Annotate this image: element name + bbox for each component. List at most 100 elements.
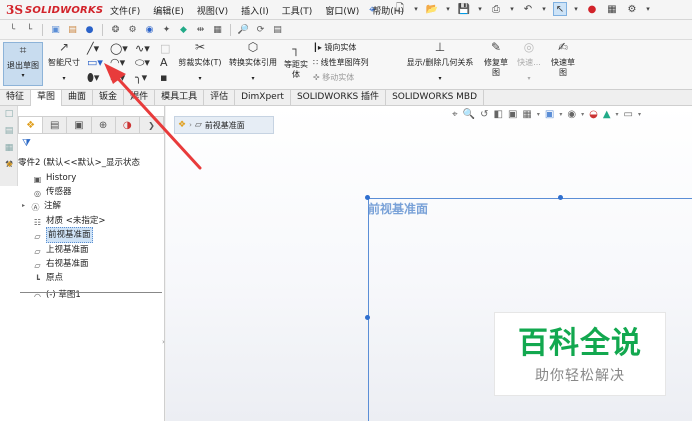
menu-insert[interactable]: 插入(I) bbox=[241, 4, 269, 17]
plane-edge-handle[interactable] bbox=[365, 315, 370, 320]
section-view-icon[interactable]: ◧ bbox=[493, 109, 502, 120]
tab-sheet-metal[interactable]: 钣金 bbox=[93, 90, 125, 106]
point-icon[interactable]: ▪ bbox=[160, 71, 167, 84]
text-tool-icon[interactable]: A bbox=[160, 56, 168, 69]
tab-features[interactable]: 特征 bbox=[0, 90, 32, 106]
tab-surfaces[interactable]: 曲面 bbox=[62, 90, 94, 106]
sphere-icon[interactable]: ● bbox=[83, 23, 96, 36]
zoom-area-icon[interactable]: 🔍 bbox=[463, 109, 475, 120]
configuration-manager-tab-icon[interactable]: ▣ bbox=[67, 117, 92, 133]
breadcrumb[interactable]: ❖ › ▱ 前视基准面 bbox=[174, 116, 274, 134]
rapid-sketch-button[interactable]: ✍ 快速草图 bbox=[548, 41, 578, 78]
feature-tree-tab-icon[interactable]: ❖ bbox=[19, 117, 44, 133]
chevron-down-icon[interactable]: ▾ bbox=[537, 111, 540, 118]
tab-mold-tools[interactable]: 模具工具 bbox=[155, 90, 205, 106]
exit-sketch-button[interactable]: ⌗ 退出草图 ▾ bbox=[3, 42, 43, 86]
ellipse-icon[interactable]: ⬭▾ bbox=[135, 56, 150, 70]
circle-icon[interactable]: ◯▾ bbox=[110, 42, 128, 55]
tab-solidworks-mbd[interactable]: SOLIDWORKS MBD bbox=[386, 90, 485, 106]
repair-sketch-button[interactable]: ✎ 修复草图 bbox=[482, 41, 510, 78]
chevron-down-icon[interactable]: ▾ bbox=[616, 111, 619, 118]
rectangle-icon[interactable]: ▭▾ bbox=[87, 56, 103, 69]
slot-icon[interactable]: ⬮▾ bbox=[87, 71, 99, 85]
view-orientation-icon[interactable]: ▦ bbox=[522, 109, 531, 120]
edit-appearance-icon[interactable]: ◒ bbox=[589, 109, 598, 120]
sketch-fillet-icon[interactable]: ╰ bbox=[6, 23, 19, 36]
tab-dimxpert[interactable]: DimXpert bbox=[235, 90, 291, 106]
sketch-corner-icon[interactable]: └ bbox=[23, 23, 36, 36]
menu-file[interactable]: 文件(F) bbox=[110, 4, 140, 17]
rollback-bar[interactable] bbox=[20, 292, 162, 293]
file-properties-icon[interactable]: ▦ bbox=[605, 2, 619, 16]
tree-item-annotations[interactable]: ▸ Ⓐ 注解 bbox=[20, 199, 165, 213]
tree-root[interactable]: ❖ 零件2 (默认<<默认>_显示状态 bbox=[4, 156, 165, 170]
dynamic-annotation-icon[interactable]: ▣ bbox=[508, 109, 517, 120]
settings-icon[interactable]: ⚙ bbox=[126, 23, 139, 36]
new-document-icon[interactable]: 🗋 bbox=[393, 2, 407, 16]
offset-entities-button[interactable]: ┐ 等距实体 bbox=[283, 43, 309, 80]
chevron-down-icon[interactable]: ▾ bbox=[445, 2, 451, 16]
fillet-icon[interactable]: ╮▾ bbox=[135, 71, 147, 84]
tree-item-sketch1[interactable]: ◠ (-) 草图1 bbox=[20, 288, 165, 302]
wheel-icon[interactable]: ❂ bbox=[109, 23, 122, 36]
plane-grid-icon[interactable]: □ bbox=[160, 42, 170, 55]
tab-solidworks-addins[interactable]: SOLIDWORKS 插件 bbox=[291, 90, 387, 106]
view-settings-icon[interactable]: ▭ bbox=[624, 109, 633, 120]
display-manager-tab-icon[interactable]: ◑ bbox=[116, 117, 140, 133]
table-icon[interactable]: ▤ bbox=[271, 23, 284, 36]
chevron-down-icon[interactable]: ▾ bbox=[413, 2, 419, 16]
grid-icon[interactable]: ▦ bbox=[211, 23, 224, 36]
display-relations-button[interactable]: ⊥ 显示/删除几何关系 ▾ bbox=[404, 41, 476, 84]
display-style-icon[interactable]: ▣ bbox=[545, 109, 554, 120]
tree-item-sensors[interactable]: ◎ 传感器 bbox=[20, 185, 165, 199]
traffic-light-icon[interactable]: ● bbox=[585, 2, 599, 16]
gear-icon[interactable]: ⚙ bbox=[625, 2, 639, 16]
open-folder-icon[interactable]: 📂 bbox=[425, 2, 439, 16]
quick-snaps-button[interactable]: ◎ 快速... ▾ bbox=[514, 41, 544, 84]
smart-dimension-button[interactable]: ↗ 智能尺寸 ▾ bbox=[46, 41, 82, 84]
chevron-down-icon[interactable]: ▾ bbox=[477, 2, 483, 16]
tree-item-origin[interactable]: ┗ 原点 bbox=[20, 271, 165, 285]
linear-pattern-button[interactable]: ∷ 线性草图阵列 bbox=[313, 57, 369, 68]
chevron-down-icon[interactable]: ▾ bbox=[581, 111, 584, 118]
explorer-icon[interactable]: ▦ bbox=[2, 143, 16, 157]
chevron-down-icon[interactable]: ▾ bbox=[559, 111, 562, 118]
move-entities-button[interactable]: ✜ 移动实体 bbox=[313, 72, 354, 83]
measure-icon[interactable]: ⇹ bbox=[194, 23, 207, 36]
menu-tools[interactable]: 工具(T) bbox=[282, 4, 313, 17]
tree-item-front-plane[interactable]: ▱ 前视基准面 bbox=[20, 227, 165, 244]
chevron-down-icon[interactable]: ▾ bbox=[638, 111, 641, 118]
mirror-entities-button[interactable]: ┃▸ 镜向实体 bbox=[313, 42, 356, 53]
zoom-to-fit-icon[interactable]: ⌖ bbox=[452, 109, 458, 120]
plane-edge-handle[interactable] bbox=[558, 195, 563, 200]
cube-icon[interactable]: ▣ bbox=[49, 23, 62, 36]
menu-edit[interactable]: 编辑(E) bbox=[153, 4, 184, 17]
chevron-right-icon[interactable]: ❯ bbox=[140, 117, 163, 133]
rebuild-icon[interactable]: ⟳ bbox=[254, 23, 267, 36]
polygon-icon[interactable]: ⬡▾ bbox=[110, 71, 125, 84]
spline-icon[interactable]: ∿▾ bbox=[135, 42, 150, 55]
menu-window[interactable]: 窗口(W) bbox=[325, 4, 359, 17]
pin-icon[interactable]: ⌖ bbox=[369, 3, 375, 17]
hide-show-icon[interactable]: ◉ bbox=[567, 109, 576, 120]
tree-item-right-plane[interactable]: ▱ 右视基准面 bbox=[20, 257, 165, 271]
trim-entities-button[interactable]: ✂ 剪裁实体(T) ▾ bbox=[178, 41, 222, 84]
select-cursor-icon[interactable]: ↖ bbox=[553, 2, 567, 16]
tab-evaluate[interactable]: 评估 bbox=[204, 90, 236, 106]
line-icon[interactable]: ╱▾ bbox=[87, 42, 99, 55]
home-icon[interactable]: □ bbox=[2, 109, 16, 123]
chevron-down-icon[interactable]: ▾ bbox=[509, 2, 515, 16]
scene-icon[interactable]: ▲ bbox=[603, 109, 611, 120]
tab-weldments[interactable]: 焊件 bbox=[124, 90, 156, 106]
print-icon[interactable]: ⎙ bbox=[489, 2, 503, 16]
arc-icon[interactable]: ◠▾ bbox=[110, 56, 125, 69]
zoom-icon[interactable]: 🔎 bbox=[237, 23, 250, 36]
previous-view-icon[interactable]: ↺ bbox=[480, 109, 488, 120]
save-icon[interactable]: 💾 bbox=[457, 2, 471, 16]
undo-icon[interactable]: ↶ bbox=[521, 2, 535, 16]
chevron-down-icon[interactable]: ▾ bbox=[573, 2, 579, 16]
appearance-icon[interactable]: ◉ bbox=[143, 23, 156, 36]
gem-icon[interactable]: ◆ bbox=[177, 23, 190, 36]
filter-icon[interactable]: ⧩ bbox=[22, 138, 31, 149]
dimxpert-manager-tab-icon[interactable]: ⊕ bbox=[92, 117, 116, 133]
